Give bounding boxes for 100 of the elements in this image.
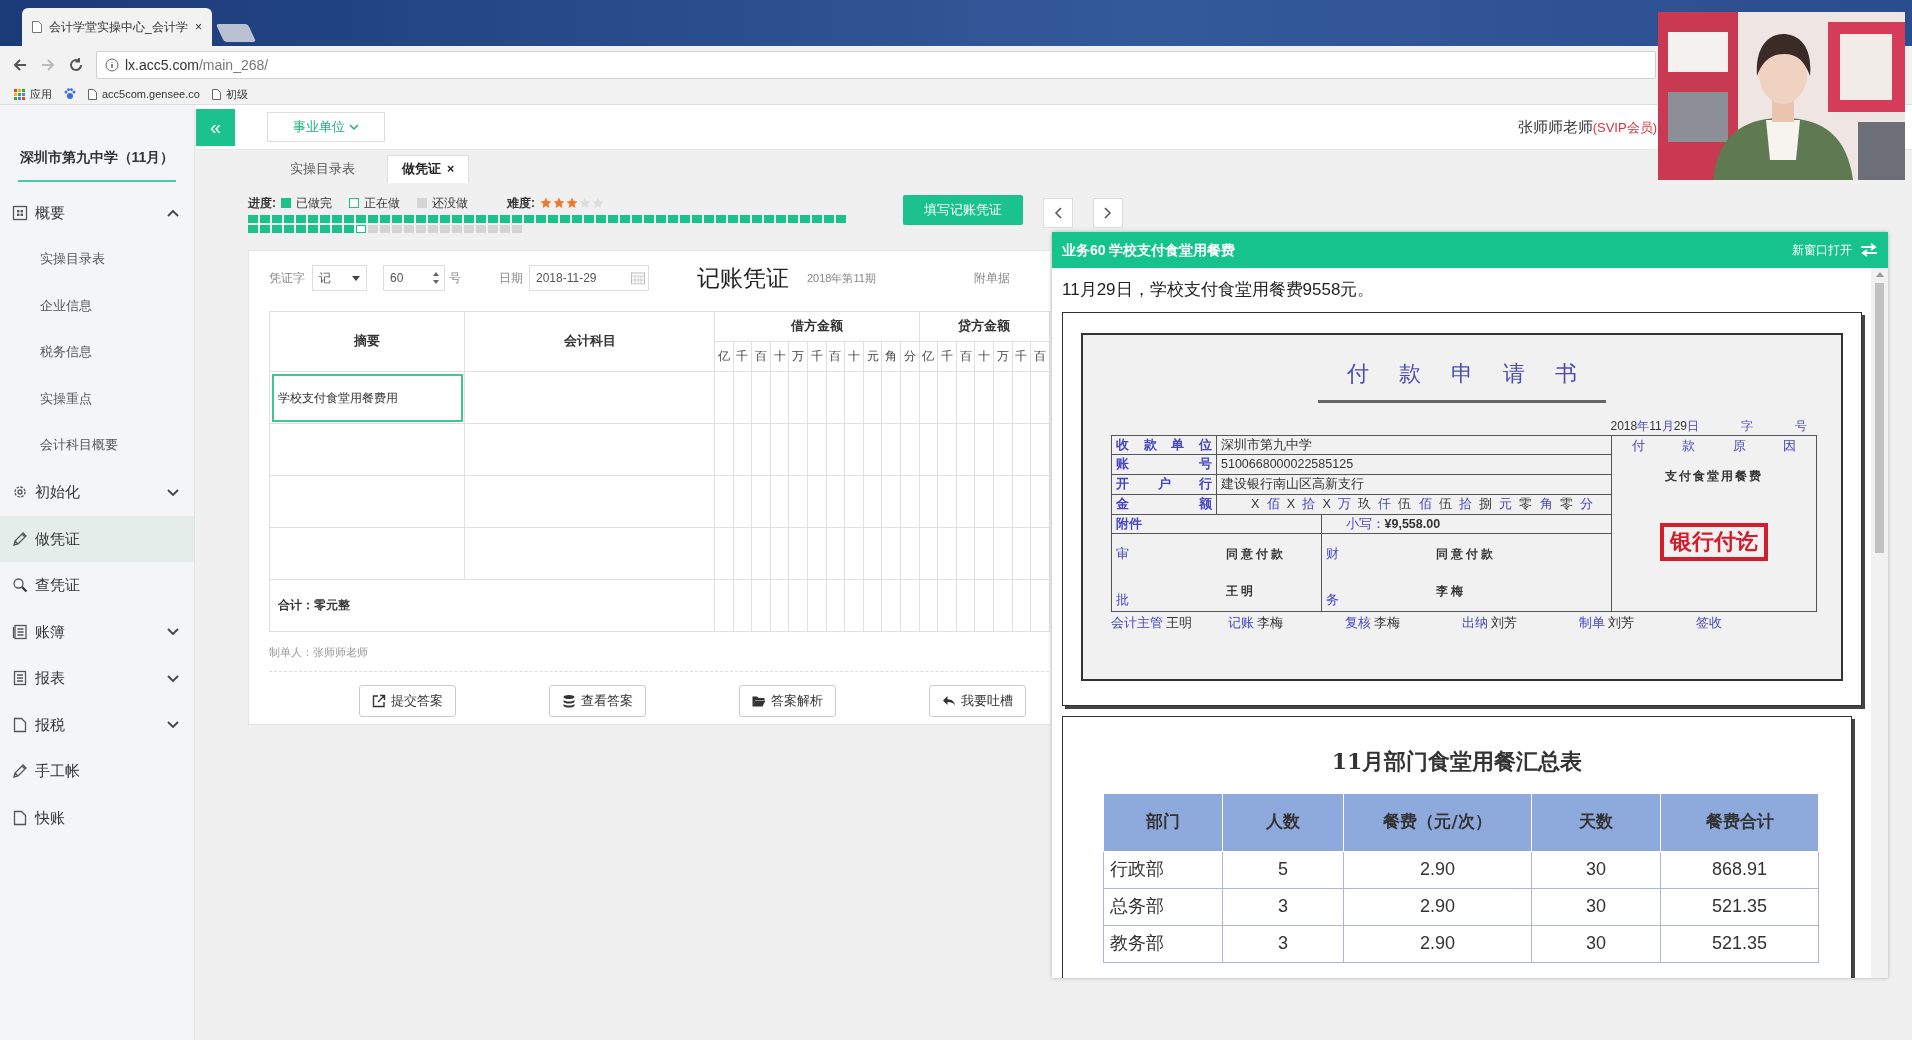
progress-square[interactable] bbox=[260, 225, 270, 233]
progress-square[interactable] bbox=[476, 215, 486, 223]
browser-tab[interactable]: 会计学堂实操中心_会计学 × bbox=[22, 8, 212, 46]
sidebar-subitem[interactable]: 会计科目概要 bbox=[0, 422, 194, 469]
previous-button[interactable] bbox=[1043, 198, 1073, 228]
scrollbar-thumb[interactable] bbox=[1875, 283, 1884, 553]
bookmark[interactable]: 初级 bbox=[211, 85, 248, 103]
voucher-word-select[interactable]: 记 bbox=[312, 265, 367, 291]
progress-square[interactable] bbox=[428, 225, 438, 233]
progress-square[interactable] bbox=[752, 215, 762, 223]
sidebar-item[interactable]: 手工帐 bbox=[0, 748, 194, 795]
progress-square[interactable] bbox=[800, 215, 810, 223]
progress-square[interactable] bbox=[308, 225, 318, 233]
forward-icon[interactable] bbox=[40, 57, 56, 73]
progress-square[interactable] bbox=[320, 215, 330, 223]
progress-square[interactable] bbox=[524, 215, 534, 223]
progress-square[interactable] bbox=[560, 215, 570, 223]
address-bar[interactable]: lx.acc5.com/main_268/ bbox=[96, 51, 1656, 79]
sidebar-item[interactable]: 做凭证 bbox=[0, 515, 194, 562]
progress-square[interactable] bbox=[776, 215, 786, 223]
tab-close-icon[interactable]: × bbox=[195, 18, 202, 36]
next-button[interactable] bbox=[1093, 198, 1123, 228]
progress-square[interactable] bbox=[728, 215, 738, 223]
progress-square[interactable] bbox=[668, 215, 678, 223]
progress-square[interactable] bbox=[272, 215, 282, 223]
progress-square[interactable] bbox=[500, 215, 510, 223]
progress-square[interactable] bbox=[284, 215, 294, 223]
bookmark[interactable]: 应用 bbox=[14, 85, 52, 103]
close-icon[interactable]: × bbox=[447, 159, 455, 179]
progress-square[interactable] bbox=[380, 225, 390, 233]
back-icon[interactable] bbox=[12, 57, 28, 73]
progress-square[interactable] bbox=[536, 215, 546, 223]
progress-square[interactable] bbox=[404, 215, 414, 223]
progress-square[interactable] bbox=[464, 225, 474, 233]
progress-square[interactable] bbox=[452, 215, 462, 223]
progress-square[interactable] bbox=[296, 215, 306, 223]
progress-square[interactable] bbox=[488, 225, 498, 233]
progress-square[interactable] bbox=[716, 215, 726, 223]
sidebar-subitem[interactable]: 实操目录表 bbox=[0, 236, 194, 283]
progress-square[interactable] bbox=[704, 215, 714, 223]
progress-square[interactable] bbox=[272, 225, 282, 233]
progress-square[interactable] bbox=[284, 225, 294, 233]
progress-square[interactable] bbox=[740, 215, 750, 223]
progress-square[interactable] bbox=[332, 225, 342, 233]
progress-square[interactable] bbox=[512, 215, 522, 223]
progress-square[interactable] bbox=[608, 215, 618, 223]
progress-square[interactable] bbox=[452, 225, 462, 233]
progress-square[interactable] bbox=[836, 215, 846, 223]
progress-square[interactable] bbox=[428, 215, 438, 223]
progress-square[interactable] bbox=[392, 215, 402, 223]
page-tab[interactable]: 实操目录表 bbox=[275, 155, 370, 183]
reload-icon[interactable] bbox=[68, 57, 84, 73]
progress-square[interactable] bbox=[632, 215, 642, 223]
progress-square[interactable] bbox=[620, 215, 630, 223]
sidebar-item[interactable]: 报税 bbox=[0, 701, 194, 748]
number-field[interactable]: 60 bbox=[383, 265, 445, 291]
progress-square[interactable] bbox=[440, 215, 450, 223]
progress-square[interactable] bbox=[344, 215, 354, 223]
sidebar-item[interactable]: 查凭证 bbox=[0, 562, 194, 609]
progress-square[interactable] bbox=[584, 215, 594, 223]
progress-square[interactable] bbox=[248, 215, 258, 223]
bookmark[interactable]: acc5com.gensee.co bbox=[88, 85, 200, 103]
summary-cell[interactable] bbox=[269, 475, 465, 528]
progress-square[interactable] bbox=[308, 215, 318, 223]
progress-square[interactable] bbox=[644, 215, 654, 223]
progress-square[interactable] bbox=[596, 215, 606, 223]
progress-square[interactable] bbox=[356, 215, 366, 223]
progress-square[interactable] bbox=[296, 225, 306, 233]
progress-square[interactable] bbox=[416, 225, 426, 233]
progress-square[interactable] bbox=[824, 215, 834, 223]
progress-square[interactable] bbox=[440, 225, 450, 233]
progress-square[interactable] bbox=[512, 225, 522, 233]
progress-square[interactable] bbox=[476, 225, 486, 233]
progress-square[interactable] bbox=[812, 215, 822, 223]
progress-square[interactable] bbox=[368, 225, 378, 233]
summary-cell[interactable] bbox=[269, 527, 465, 580]
progress-square[interactable] bbox=[572, 215, 582, 223]
action-button[interactable]: 查看答案 bbox=[549, 684, 646, 717]
summary-input[interactable]: 学校支付食堂用餐费用 bbox=[274, 379, 460, 416]
sidebar-item[interactable]: 账簿 bbox=[0, 608, 194, 655]
progress-square[interactable] bbox=[368, 215, 378, 223]
sidebar-subitem[interactable]: 税务信息 bbox=[0, 329, 194, 376]
progress-square[interactable] bbox=[320, 225, 330, 233]
progress-square[interactable] bbox=[380, 215, 390, 223]
progress-square[interactable] bbox=[548, 215, 558, 223]
progress-square[interactable] bbox=[692, 215, 702, 223]
swap-icon[interactable] bbox=[1860, 243, 1878, 257]
progress-square[interactable] bbox=[404, 225, 414, 233]
progress-square[interactable] bbox=[332, 215, 342, 223]
sidebar-item[interactable]: 初始化 bbox=[0, 469, 194, 516]
paw-icon[interactable] bbox=[64, 88, 76, 100]
progress-square[interactable] bbox=[416, 215, 426, 223]
sidebar-subitem[interactable]: 企业信息 bbox=[0, 283, 194, 330]
action-button[interactable]: 答案解析 bbox=[739, 684, 836, 717]
page-tab[interactable]: 做凭证 × bbox=[387, 155, 470, 183]
summary-cell[interactable] bbox=[269, 423, 465, 476]
sidebar-item[interactable]: 报表 bbox=[0, 655, 194, 702]
scrollbar[interactable] bbox=[1871, 268, 1888, 978]
new-tab-button[interactable] bbox=[215, 24, 257, 42]
progress-square[interactable] bbox=[788, 215, 798, 223]
